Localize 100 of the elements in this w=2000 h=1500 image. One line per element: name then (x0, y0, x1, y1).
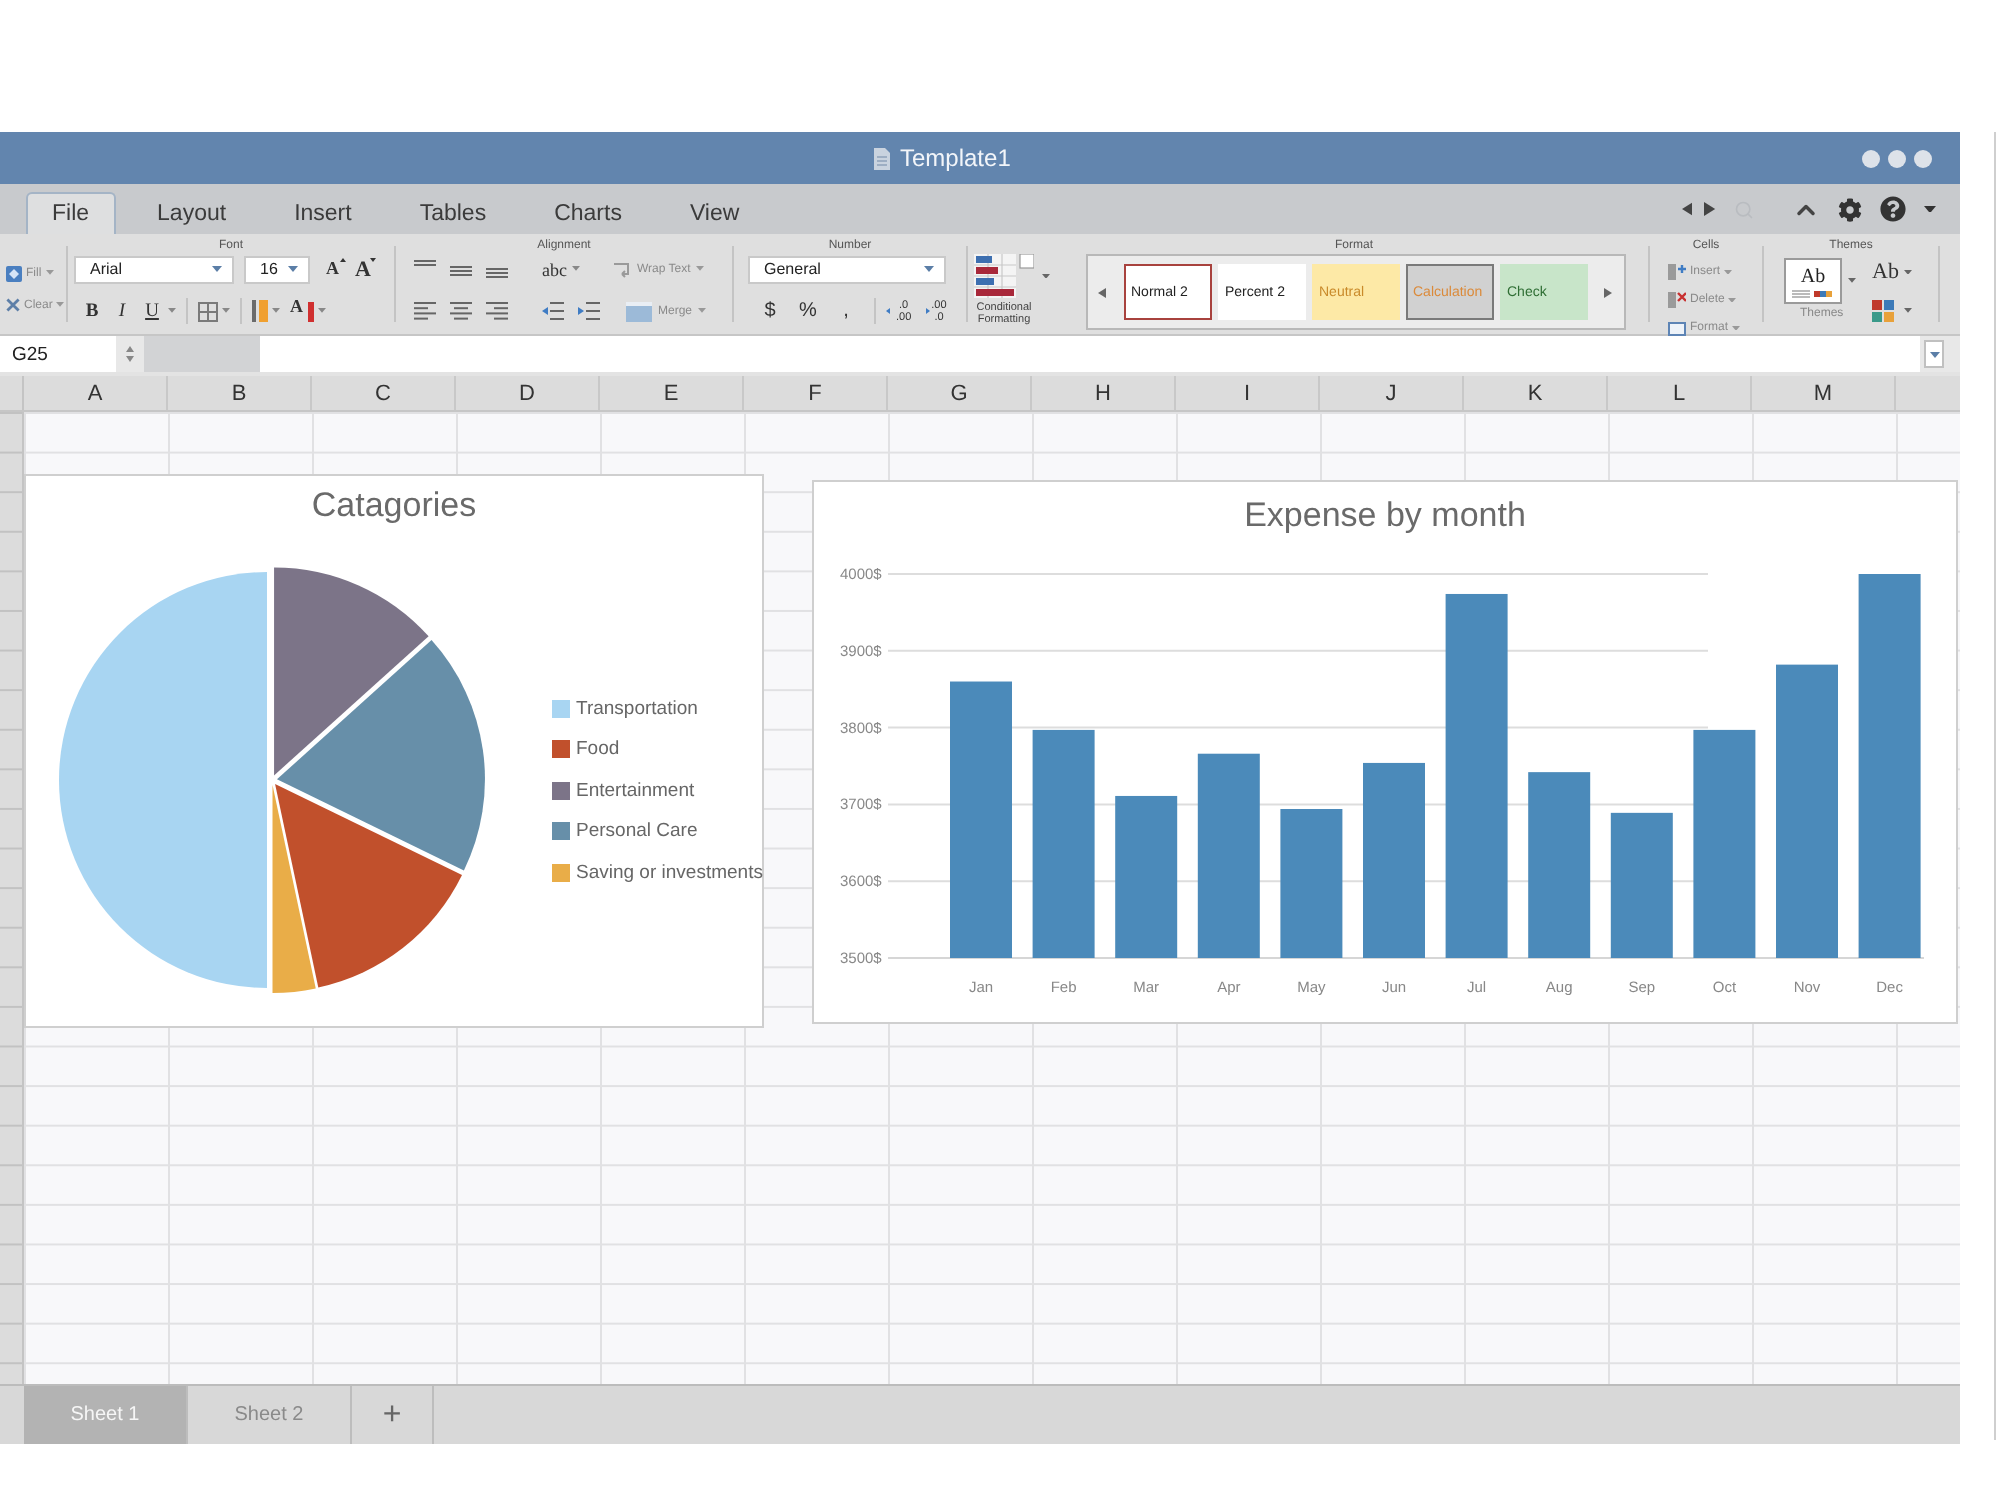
caret-icon (1904, 308, 1912, 314)
caret-icon (222, 308, 230, 314)
chart-title: Catagories (311, 484, 477, 526)
formula-input[interactable] (260, 336, 1920, 372)
underline-button[interactable]: U (138, 296, 166, 326)
caret-icon (168, 308, 176, 314)
column-header[interactable]: K (1464, 376, 1608, 410)
next-arrow-icon[interactable] (1704, 202, 1716, 216)
number-format-button[interactable]: $ (752, 296, 788, 326)
formula-panel (144, 336, 260, 372)
column-header[interactable]: F (744, 376, 888, 410)
window-title: Template1 (900, 144, 1011, 172)
scroll-right-icon[interactable] (1604, 287, 1612, 297)
ribbon-tab[interactable]: File (26, 192, 116, 234)
arrow-left-icon (886, 308, 894, 314)
caret-icon (45, 270, 54, 276)
caret-icon (212, 266, 222, 272)
formula-dropdown-button[interactable] (1924, 340, 1944, 368)
theme-colors-button[interactable] (1872, 296, 1912, 326)
caret-icon (1042, 273, 1050, 279)
caret-icon (1848, 278, 1856, 284)
help-icon[interactable] (1880, 196, 1906, 222)
bar-grid-icon (974, 254, 1034, 298)
legend-label: Food (576, 738, 620, 761)
theme-fonts-button[interactable]: Ab (1872, 258, 1913, 286)
caret-icon (1929, 351, 1939, 357)
outdent-icon[interactable] (542, 302, 564, 320)
borders-button[interactable] (198, 296, 230, 326)
caret-down-icon (370, 258, 377, 262)
bold-button[interactable]: B (78, 296, 106, 326)
column-header[interactable]: B (168, 376, 312, 410)
caret-icon (56, 302, 65, 308)
legend-label: Personal Care (576, 820, 698, 843)
caret-icon (696, 266, 705, 272)
number-format-button[interactable]: , (828, 296, 864, 326)
number-format-select[interactable]: General (748, 255, 946, 283)
themes-button[interactable]: Ab (1784, 258, 1842, 304)
indent-icon[interactable] (578, 302, 600, 320)
header-panel-icon (626, 301, 652, 321)
ribbon-tab[interactable]: View (663, 192, 766, 234)
number-format-button[interactable]: % (790, 296, 826, 326)
column-cross-icon (1668, 292, 1686, 308)
ribbon-tab[interactable]: Charts (528, 192, 648, 234)
caret-icon (317, 308, 325, 314)
column-header[interactable]: A (24, 376, 168, 410)
align-middle-icon[interactable] (450, 260, 472, 278)
column-plus-icon (1668, 264, 1686, 280)
legend-label: Saving or investments (576, 861, 763, 884)
column-header[interactable]: G (888, 376, 1032, 410)
caret-icon (288, 266, 298, 272)
column-header[interactable]: D (456, 376, 600, 410)
column-header[interactable]: M (1752, 376, 1896, 410)
caret-icon (1724, 269, 1733, 275)
align-left-icon[interactable] (414, 302, 436, 320)
grow-font-button[interactable]: A (326, 254, 345, 284)
chart-title: Expense by month (1244, 494, 1526, 536)
ribbon-tab[interactable]: Layout (131, 192, 253, 234)
cross-icon (6, 298, 20, 312)
column-header[interactable]: E (600, 376, 744, 410)
lines-swatches-icon (1792, 289, 1834, 297)
caret-icon (698, 308, 707, 314)
ribbon-tab[interactable]: Tables (393, 192, 513, 234)
font-family-select[interactable]: Arial (74, 255, 234, 283)
text-orientation-button[interactable]: abc (542, 254, 579, 284)
up-down-arrows-icon[interactable] (126, 346, 134, 362)
fill-color-button[interactable] (252, 296, 280, 326)
paint-bar-icon (252, 300, 268, 322)
column-header[interactable]: C (312, 376, 456, 410)
caret-icon (1924, 205, 1936, 213)
ribbon-tab[interactable]: Insert (268, 192, 378, 234)
previous-arrow-icon[interactable] (1681, 202, 1693, 216)
caret-up-icon (339, 258, 345, 262)
font-size-select[interactable]: 16 (244, 255, 310, 283)
caret-icon (571, 266, 579, 272)
swatch-grid-icon (1872, 300, 1894, 322)
column-header[interactable]: L (1608, 376, 1752, 410)
italic-button[interactable]: I (108, 296, 136, 326)
caret-icon (1728, 297, 1737, 303)
font-color-button[interactable]: A (290, 296, 325, 326)
settings-icon[interactable] (1838, 197, 1862, 221)
caret-icon (924, 266, 934, 272)
swatch-bar-icon (307, 301, 313, 321)
column-header[interactable]: H (1032, 376, 1176, 410)
align-right-icon[interactable] (486, 302, 508, 320)
caret-icon (1904, 269, 1913, 275)
return-arrow-icon (613, 261, 631, 277)
legend-label: Transportation (576, 697, 698, 720)
frame-icon (1668, 320, 1686, 336)
align-center-icon[interactable] (450, 302, 472, 320)
add-sheet-button[interactable]: + (352, 1386, 434, 1444)
border-grid-icon (198, 301, 218, 321)
name-box[interactable]: G25 (0, 336, 116, 372)
document-icon (874, 147, 890, 169)
column-header[interactable]: J (1320, 376, 1464, 410)
column-header[interactable]: I (1176, 376, 1320, 410)
scroll-left-icon[interactable] (1098, 287, 1106, 297)
legend-label: Entertainment (576, 779, 695, 802)
shrink-font-button[interactable]: A (355, 254, 377, 284)
caret-icon (1732, 325, 1741, 331)
caret-icon (272, 308, 280, 314)
